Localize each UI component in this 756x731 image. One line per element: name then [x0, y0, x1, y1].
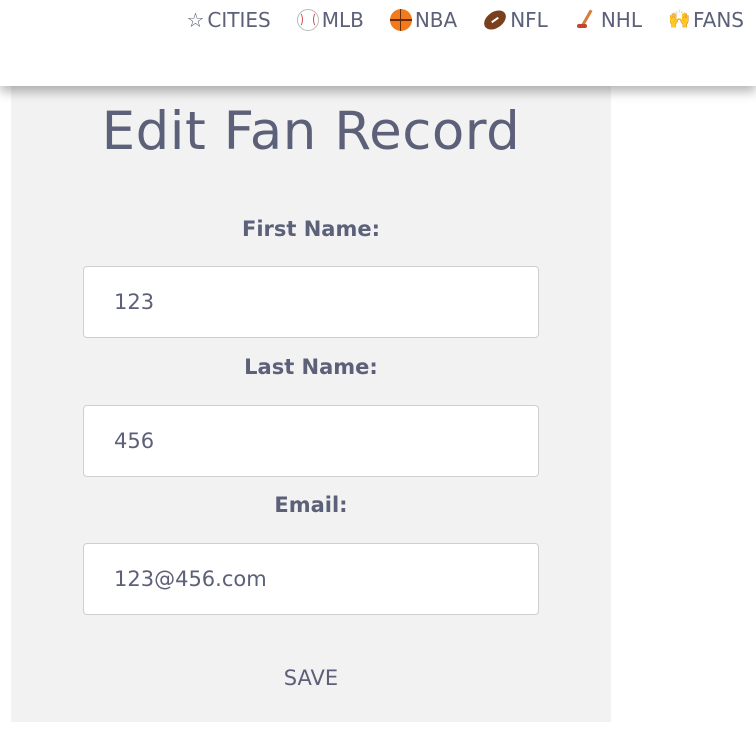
save-button[interactable]: SAVE [261, 660, 361, 696]
nav-item-fans[interactable]: 🙌 FANS [668, 6, 744, 34]
first-name-field[interactable] [83, 266, 539, 338]
nav-item-label: MLB [321, 8, 364, 32]
nav-item-label: NFL [510, 8, 548, 32]
nav-item-label: NHL [600, 8, 642, 32]
nav-item-nba[interactable]: NBA [389, 6, 458, 34]
nav-item-mlb[interactable]: MLB [296, 6, 364, 34]
last-name-field[interactable] [83, 405, 539, 477]
nav-item-label: FANS [692, 8, 744, 32]
last-name-label: Last Name: [244, 355, 378, 379]
email-label: Email: [274, 493, 348, 517]
nav-item-label: CITIES [207, 8, 271, 32]
email-field[interactable] [83, 543, 539, 615]
basketball-icon [389, 9, 412, 31]
nav-item-nhl[interactable]: NHL [574, 6, 642, 34]
nav-item-nfl[interactable]: NFL [480, 6, 548, 34]
raising-hands-icon: 🙌 [667, 9, 691, 30]
hockey-stick-icon [574, 9, 598, 31]
nav-item-label: NBA [414, 8, 458, 32]
nav-item-cities[interactable]: ☆ CITIES [186, 6, 270, 34]
star-icon: ☆ [186, 8, 205, 32]
first-name-label: First Name: [241, 217, 381, 241]
football-icon [480, 6, 510, 34]
top-navbar: ☆ CITIES MLB NBA NFL NHL 🙌 FANS [0, 0, 756, 86]
baseball-icon [296, 9, 319, 31]
edit-fan-form: Edit Fan Record First Name: Last Name: E… [11, 86, 611, 722]
page-title: Edit Fan Record [101, 101, 521, 162]
nav-list: ☆ CITIES MLB NBA NFL NHL 🙌 FANS [186, 6, 744, 34]
